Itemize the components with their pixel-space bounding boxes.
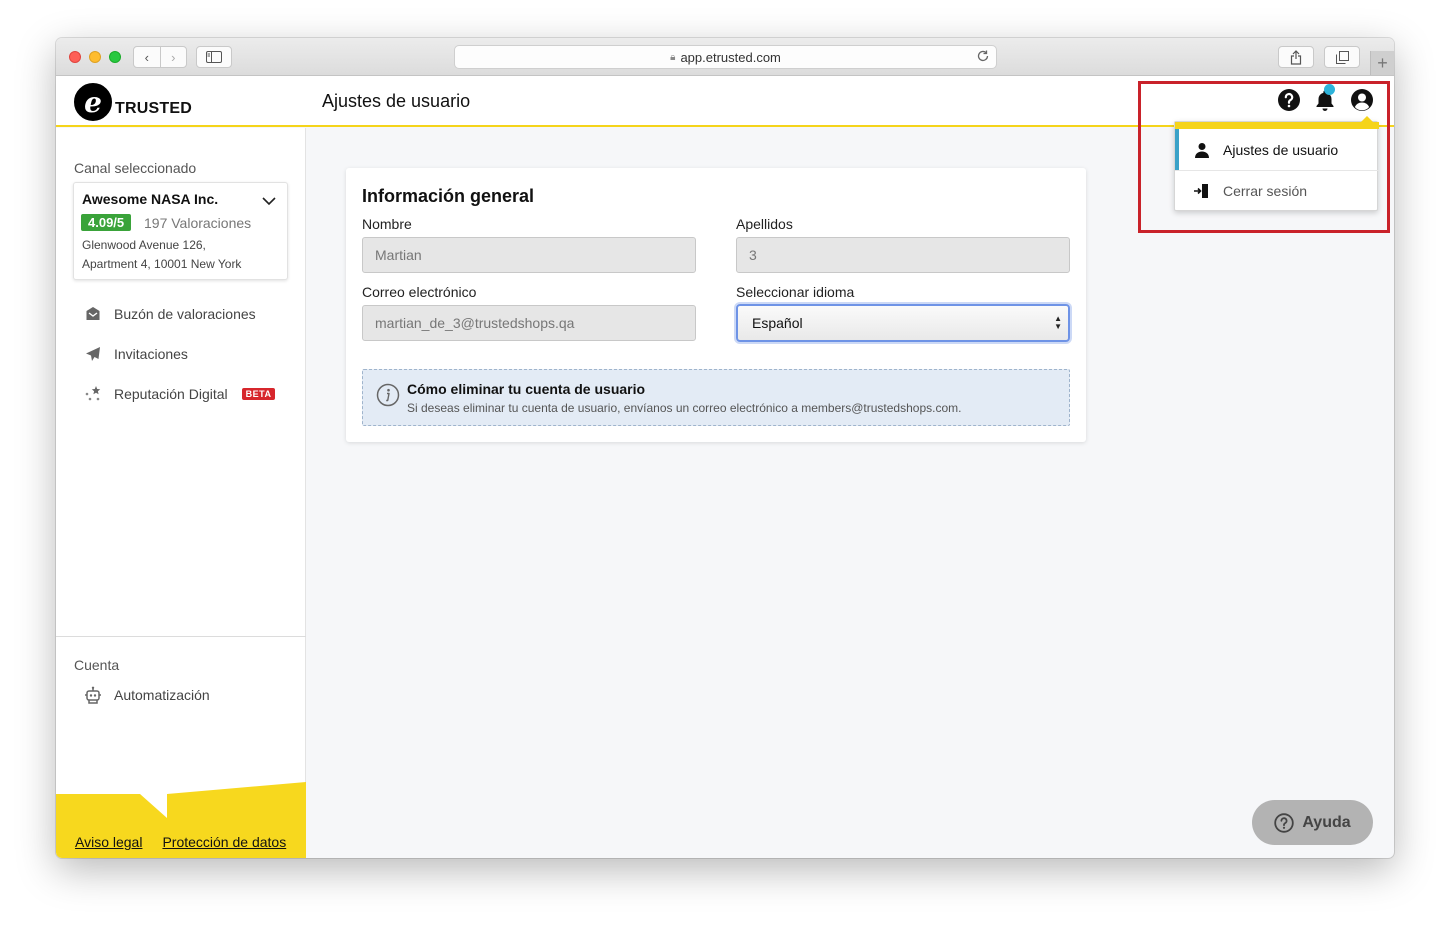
help-button-label: Ayuda	[1302, 813, 1351, 831]
logout-icon	[1193, 182, 1211, 200]
channel-label: Canal seleccionado	[74, 160, 197, 176]
browser-toolbar: ‹ › 🔒︎ app.etrusted.com +	[56, 38, 1394, 76]
close-window-button[interactable]	[69, 51, 81, 63]
email-field[interactable]: martian_de_3@trustedshops.qa	[362, 305, 696, 341]
paper-plane-icon	[84, 345, 102, 363]
user-menu-dropdown: Ajustes de usuario Cerrar sesión	[1174, 116, 1379, 211]
sidebar-item-label: Automatización	[114, 687, 210, 703]
footer-links: Aviso legal Protección de datos	[75, 834, 286, 850]
inbox-icon	[84, 305, 102, 323]
new-tab-button[interactable]: +	[1370, 51, 1394, 75]
sidebar-item-automation[interactable]: Automatización	[84, 686, 210, 704]
rating-badge: 4.09/5	[81, 214, 132, 231]
sidebar-item-label: Reputación Digital	[114, 386, 228, 402]
url-text: app.etrusted.com	[680, 49, 781, 65]
general-info-card: Información general Nombre Martian Apell…	[346, 168, 1086, 442]
info-title: Cómo eliminar tu cuenta de usuario	[407, 381, 646, 397]
address-bar[interactable]: 🔒︎ app.etrusted.com	[454, 45, 997, 69]
sidebar: Canal seleccionado Awesome NASA Inc. 4.0…	[56, 128, 306, 858]
sidebar-footer: Aviso legal Protección de datos	[56, 782, 306, 858]
menu-item-label: Cerrar sesión	[1223, 183, 1308, 199]
sidebar-divider	[56, 636, 306, 637]
etrusted-logo[interactable]: e TRUSTED	[74, 83, 192, 121]
reload-icon[interactable]	[976, 49, 990, 63]
sidebar-item-label: Buzón de valoraciones	[114, 306, 256, 322]
menu-item-user-settings[interactable]: Ajustes de usuario	[1175, 129, 1379, 170]
account-label: Cuenta	[74, 657, 120, 673]
logo-text: TRUSTED	[115, 100, 192, 117]
card-title: Información general	[362, 186, 535, 206]
sidebar-item-label: Invitaciones	[114, 346, 188, 362]
email-label: Correo electrónico	[362, 284, 477, 300]
stars-icon	[84, 385, 102, 403]
person-icon	[1193, 141, 1211, 159]
robot-icon	[84, 686, 102, 704]
lock-icon: 🔒︎	[670, 51, 676, 63]
share-icon	[1290, 49, 1302, 65]
forward-button[interactable]: ›	[161, 50, 187, 65]
sidebar-toggle-button[interactable]	[196, 46, 232, 68]
chevron-down-icon[interactable]	[261, 193, 277, 209]
history-nav: ‹ ›	[133, 46, 187, 68]
sidebar-item-review-inbox[interactable]: Buzón de valoraciones	[84, 305, 256, 323]
minimize-window-button[interactable]	[89, 51, 101, 63]
browser-window: ‹ › 🔒︎ app.etrusted.com + e TRUSTED Ajus…	[56, 38, 1394, 858]
first-name-field[interactable]: Martian	[362, 237, 696, 273]
sidebar-item-invitations[interactable]: Invitaciones	[84, 345, 188, 363]
show-tabs-button[interactable]	[1324, 46, 1360, 68]
page-title: Ajustes de usuario	[322, 91, 471, 111]
share-button[interactable]	[1278, 46, 1314, 68]
language-selected-value: Español	[752, 315, 803, 331]
info-icon	[376, 383, 400, 407]
select-arrows-icon: ▲ ▼	[1054, 314, 1062, 331]
sidebar-item-digital-reputation[interactable]: Reputación Digital BETA	[84, 385, 276, 403]
menu-item-label: Ajustes de usuario	[1223, 141, 1339, 158]
menu-item-logout[interactable]: Cerrar sesión	[1175, 170, 1379, 211]
data-protection-link[interactable]: Protección de datos	[162, 834, 286, 850]
help-button[interactable]: Ayuda	[1252, 800, 1373, 845]
zoom-window-button[interactable]	[109, 51, 121, 63]
channel-selector[interactable]: Awesome NASA Inc. 4.09/5 197 Valoracione…	[73, 182, 288, 280]
language-select[interactable]: Español ▲ ▼	[736, 304, 1070, 342]
beta-badge: BETA	[241, 388, 276, 400]
language-label: Seleccionar idioma	[736, 284, 855, 300]
channel-name: Awesome NASA Inc.	[82, 191, 219, 207]
first-name-label: Nombre	[362, 216, 412, 232]
info-text: Si deseas eliminar tu cuenta de usuario,…	[407, 401, 962, 415]
sidebar-icon	[206, 51, 222, 63]
tabs-icon	[1335, 50, 1349, 64]
question-circle-icon	[1274, 812, 1295, 833]
last-name-label: Apellidos	[736, 216, 793, 232]
dropdown-top-bar	[1175, 122, 1379, 129]
delete-account-info: Cómo eliminar tu cuenta de usuario Si de…	[362, 369, 1070, 426]
rating-count: 197 Valoraciones	[144, 215, 252, 231]
logo-mark: e	[74, 83, 112, 121]
channel-address-line1: Glenwood Avenue 126,	[82, 238, 206, 252]
back-button[interactable]: ‹	[134, 50, 160, 65]
legal-notice-link[interactable]: Aviso legal	[75, 834, 142, 850]
channel-address-line2: Apartment 4, 10001 New York	[82, 257, 242, 271]
last-name-field[interactable]: 3	[736, 237, 1070, 273]
